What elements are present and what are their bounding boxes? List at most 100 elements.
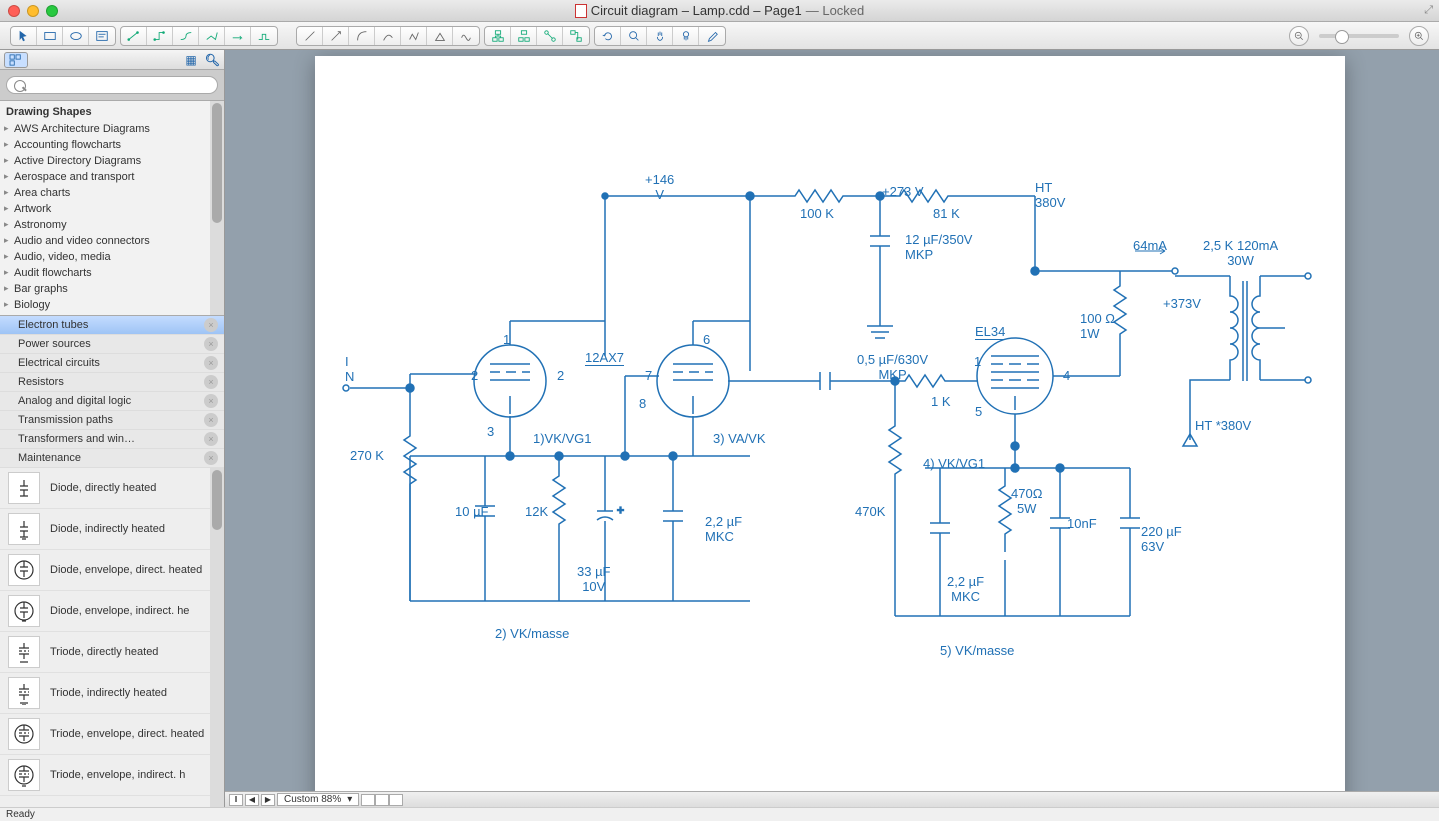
drawing-shapes-header: Drawing Shapes bbox=[0, 103, 224, 121]
shape-item[interactable]: Diode, indirectly heated bbox=[0, 509, 224, 550]
close-library-icon[interactable]: × bbox=[204, 356, 218, 370]
close-library-icon[interactable]: × bbox=[204, 375, 218, 389]
toolbar-group-connectors bbox=[120, 26, 278, 46]
tree-tool-1[interactable] bbox=[485, 27, 511, 45]
rect-tool[interactable] bbox=[37, 27, 63, 45]
open-library-item[interactable]: Analog and digital logic× bbox=[0, 392, 224, 411]
prev-page-button[interactable]: ◀ bbox=[245, 794, 259, 806]
zoom-slider[interactable] bbox=[1319, 34, 1399, 38]
connector-4[interactable] bbox=[199, 27, 225, 45]
category-item[interactable]: Biology bbox=[0, 297, 224, 313]
page[interactable]: + bbox=[315, 56, 1345, 807]
open-library-item[interactable]: Electrical circuits× bbox=[0, 354, 224, 373]
toolbar-group-tree bbox=[484, 26, 590, 46]
line-tool-3[interactable] bbox=[349, 27, 375, 45]
shape-item[interactable]: Triode, directly heated bbox=[0, 632, 224, 673]
shape-item[interactable]: Diode, directly heated bbox=[0, 468, 224, 509]
close-library-icon[interactable]: × bbox=[204, 451, 218, 465]
text-block-tool[interactable] bbox=[89, 27, 115, 45]
open-library-item[interactable]: Resistors× bbox=[0, 373, 224, 392]
window-title: Circuit diagram – Lamp.cdd – Page1 — Loc… bbox=[0, 3, 1439, 18]
tree-tool-3[interactable] bbox=[537, 27, 563, 45]
category-item[interactable]: AWS Architecture Diagrams bbox=[0, 121, 224, 137]
ellipse-tool[interactable] bbox=[63, 27, 89, 45]
category-item[interactable]: Accounting flowcharts bbox=[0, 137, 224, 153]
open-libraries: Electron tubes×Power sources×Electrical … bbox=[0, 316, 224, 468]
scroll-lock-button[interactable]: ‖ bbox=[229, 794, 243, 806]
line-tool-6[interactable] bbox=[427, 27, 453, 45]
category-item[interactable]: Audio, video, media bbox=[0, 249, 224, 265]
category-item[interactable]: Bar graphs bbox=[0, 281, 224, 297]
zoom-window-button[interactable] bbox=[46, 5, 58, 17]
category-item[interactable]: Audio and video connectors bbox=[0, 233, 224, 249]
shape-item[interactable]: Triode, envelope, indirect. h bbox=[0, 755, 224, 796]
connector-6[interactable] bbox=[251, 27, 277, 45]
shape-item[interactable]: Triode, indirectly heated bbox=[0, 673, 224, 714]
eyedrop-tool[interactable] bbox=[699, 27, 725, 45]
category-item[interactable]: Aerospace and transport bbox=[0, 169, 224, 185]
pin-4: 4 bbox=[1063, 368, 1070, 383]
page-thumb-1[interactable] bbox=[361, 794, 375, 806]
shape-item[interactable]: Triode, envelope, direct. heated bbox=[0, 714, 224, 755]
zoom-tool[interactable] bbox=[621, 27, 647, 45]
connector-2[interactable] bbox=[147, 27, 173, 45]
search-input[interactable] bbox=[6, 76, 218, 94]
open-library-item[interactable]: Maintenance× bbox=[0, 449, 224, 468]
close-window-button[interactable] bbox=[8, 5, 20, 17]
canvas-area[interactable]: + bbox=[225, 50, 1439, 807]
sidebar-tabs: ▦ 🔍︎ bbox=[0, 50, 224, 70]
search-tab-icon[interactable]: 🔍︎ bbox=[205, 53, 220, 67]
grid-view-icon[interactable]: ▦ bbox=[185, 53, 196, 67]
category-scrollbar[interactable] bbox=[210, 101, 224, 315]
category-item[interactable]: Audit flowcharts bbox=[0, 265, 224, 281]
category-item[interactable]: Active Directory Diagrams bbox=[0, 153, 224, 169]
shapes-scrollbar[interactable] bbox=[210, 468, 224, 807]
zoom-out-button[interactable] bbox=[1289, 26, 1309, 46]
zoom-in-button[interactable] bbox=[1409, 26, 1429, 46]
page-thumb-2[interactable] bbox=[375, 794, 389, 806]
tree-tool-4[interactable] bbox=[563, 27, 589, 45]
category-item[interactable]: Artwork bbox=[0, 201, 224, 217]
shapes-list[interactable]: Diode, directly heatedDiode, indirectly … bbox=[0, 468, 224, 807]
category-item[interactable]: Area charts bbox=[0, 185, 224, 201]
category-list[interactable]: Drawing Shapes AWS Architecture Diagrams… bbox=[0, 101, 224, 316]
pointer-tool[interactable] bbox=[11, 27, 37, 45]
close-library-icon[interactable]: × bbox=[204, 337, 218, 351]
highlight-tool[interactable] bbox=[673, 27, 699, 45]
zoom-level-select[interactable]: Custom 88%▾ bbox=[277, 793, 359, 806]
line-tool-2[interactable] bbox=[323, 27, 349, 45]
close-library-icon[interactable]: × bbox=[204, 318, 218, 332]
close-library-icon[interactable]: × bbox=[204, 394, 218, 408]
minimize-window-button[interactable] bbox=[27, 5, 39, 17]
open-library-item[interactable]: Electron tubes× bbox=[0, 316, 224, 335]
connector-1[interactable] bbox=[121, 27, 147, 45]
connector-3[interactable] bbox=[173, 27, 199, 45]
line-tool-4[interactable] bbox=[375, 27, 401, 45]
svg-text:+: + bbox=[617, 503, 624, 517]
open-library-item[interactable]: Power sources× bbox=[0, 335, 224, 354]
pan-tool[interactable] bbox=[647, 27, 673, 45]
refresh-tool[interactable] bbox=[595, 27, 621, 45]
shape-item[interactable]: Diode, envelope, direct. heated bbox=[0, 550, 224, 591]
tree-tool-2[interactable] bbox=[511, 27, 537, 45]
category-item[interactable]: Astronomy bbox=[0, 217, 224, 233]
connector-5[interactable] bbox=[225, 27, 251, 45]
pin-1b: 1 bbox=[974, 354, 981, 369]
close-library-icon[interactable]: × bbox=[204, 413, 218, 427]
page-thumbnails bbox=[361, 794, 403, 806]
next-page-button[interactable]: ▶ bbox=[261, 794, 275, 806]
shape-item[interactable]: Diode, envelope, indirect. he bbox=[0, 591, 224, 632]
label-ht380: HT380V bbox=[1035, 180, 1065, 210]
line-tool-1[interactable] bbox=[297, 27, 323, 45]
library-tab[interactable] bbox=[4, 52, 28, 68]
label-vkvg1-1: 1)VK/VG1 bbox=[533, 431, 592, 446]
line-tool-7[interactable] bbox=[453, 27, 479, 45]
open-library-item[interactable]: Transmission paths× bbox=[0, 411, 224, 430]
label-12ax7: 12AX7 bbox=[585, 350, 624, 366]
page-thumb-3[interactable] bbox=[389, 794, 403, 806]
line-tool-5[interactable] bbox=[401, 27, 427, 45]
open-library-label: Transformers and win… bbox=[18, 433, 135, 445]
open-library-item[interactable]: Transformers and win… × bbox=[0, 430, 224, 449]
close-library-icon[interactable]: × bbox=[204, 432, 218, 446]
expand-icon[interactable]: ⤢ bbox=[1424, 4, 1433, 17]
